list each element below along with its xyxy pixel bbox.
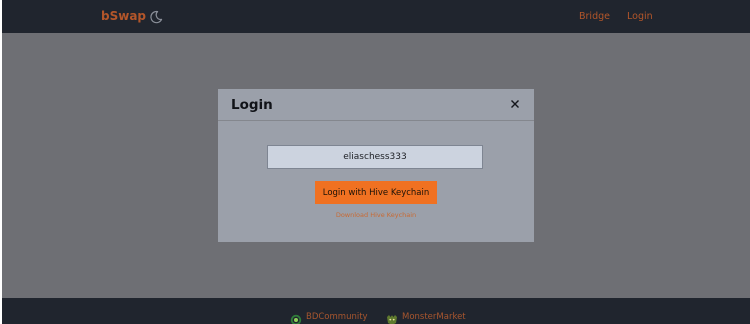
footer-link-label: BDCommunity <box>306 311 368 322</box>
footer-link-bdcommunity[interactable]: BDCommunity <box>290 310 368 324</box>
footer: BDCommunity MonsterMarket <box>2 298 750 324</box>
modal-title: Login <box>231 97 273 113</box>
nav-bridge-link[interactable]: Bridge <box>579 10 610 23</box>
modal-header: Login <box>218 89 534 121</box>
bdcommunity-icon <box>290 311 302 324</box>
login-modal: Login Login with Hive Keychain Download … <box>218 89 534 242</box>
monstermarket-icon <box>386 311 398 324</box>
footer-link-monstermarket[interactable]: MonsterMarket <box>386 310 466 324</box>
nav-login-link[interactable]: Login <box>627 10 653 23</box>
download-keychain-link[interactable]: Download Hive Keychain <box>218 211 534 220</box>
moon-icon[interactable] <box>149 9 163 24</box>
close-icon[interactable] <box>508 96 522 110</box>
footer-link-label: MonsterMarket <box>402 311 466 322</box>
login-with-keychain-button[interactable]: Login with Hive Keychain <box>315 181 437 204</box>
top-navbar: bSwap Bridge Login <box>2 0 750 33</box>
brand-logo[interactable]: bSwap <box>101 7 146 25</box>
username-input[interactable] <box>267 145 483 169</box>
page: bSwap Bridge Login Login Login with Hive… <box>0 0 750 324</box>
